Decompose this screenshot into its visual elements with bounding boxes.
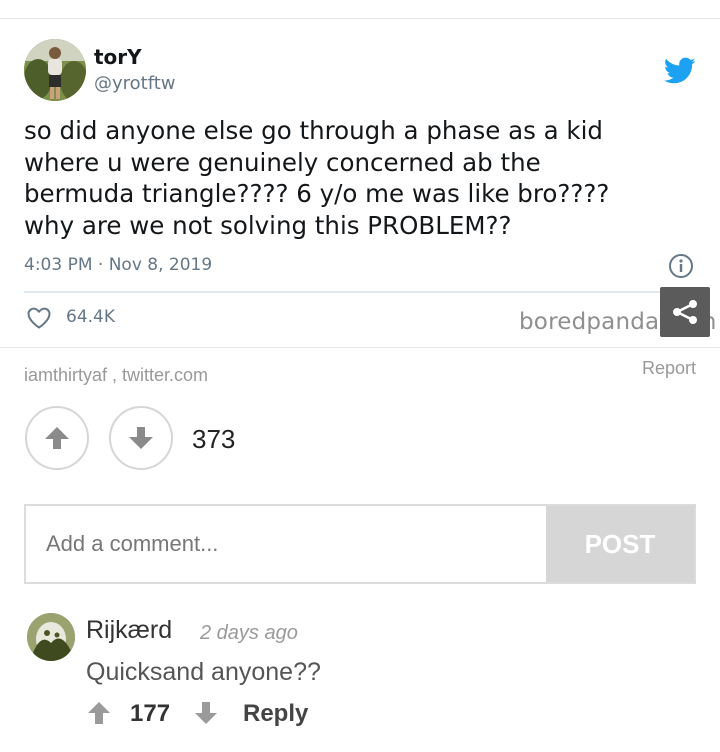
tweet-author-handle[interactable]: @yrotftw — [94, 73, 176, 94]
tweet-avatar[interactable] — [24, 39, 86, 101]
comment-downvote-icon[interactable] — [193, 700, 219, 726]
heart-icon[interactable] — [26, 306, 52, 330]
comment-input[interactable] — [26, 506, 546, 582]
comment-avatar[interactable] — [27, 613, 75, 661]
comment-timestamp: 2 days ago — [200, 622, 298, 644]
tweet-timestamp[interactable]: 4:03 PM · Nov 8, 2019 — [24, 255, 212, 275]
comment-author[interactable]: Rijkærd — [86, 616, 172, 645]
twitter-bird-icon[interactable] — [664, 57, 696, 85]
arrow-down-icon — [129, 427, 153, 449]
vote-score: 373 — [192, 424, 236, 454]
upvote-button[interactable] — [25, 406, 89, 470]
info-icon[interactable] — [668, 253, 694, 279]
tweet-divider — [24, 291, 696, 293]
comment-score: 177 — [130, 700, 171, 727]
share-button[interactable] — [660, 287, 710, 337]
tweet-text: so did anyone else go through a phase as… — [24, 116, 610, 240]
downvote-button[interactable] — [109, 406, 173, 470]
comment-text: Quicksand anyone?? — [86, 658, 321, 686]
share-icon — [673, 300, 697, 324]
arrow-up-icon — [45, 427, 69, 449]
tweet-card: torY @yrotftw so did anyone else go thro… — [0, 18, 720, 348]
tweet-author-name[interactable]: torY — [94, 45, 142, 69]
tweet-like-count: 64.4K — [66, 307, 115, 327]
reply-button[interactable]: Reply — [243, 700, 308, 728]
post-button[interactable]: POST — [546, 506, 694, 582]
comment-form: POST — [24, 504, 696, 584]
comment-upvote-icon[interactable] — [86, 700, 112, 726]
report-link[interactable]: Report — [642, 358, 696, 379]
post-source[interactable]: iamthirtyaf , twitter.com — [24, 365, 208, 386]
